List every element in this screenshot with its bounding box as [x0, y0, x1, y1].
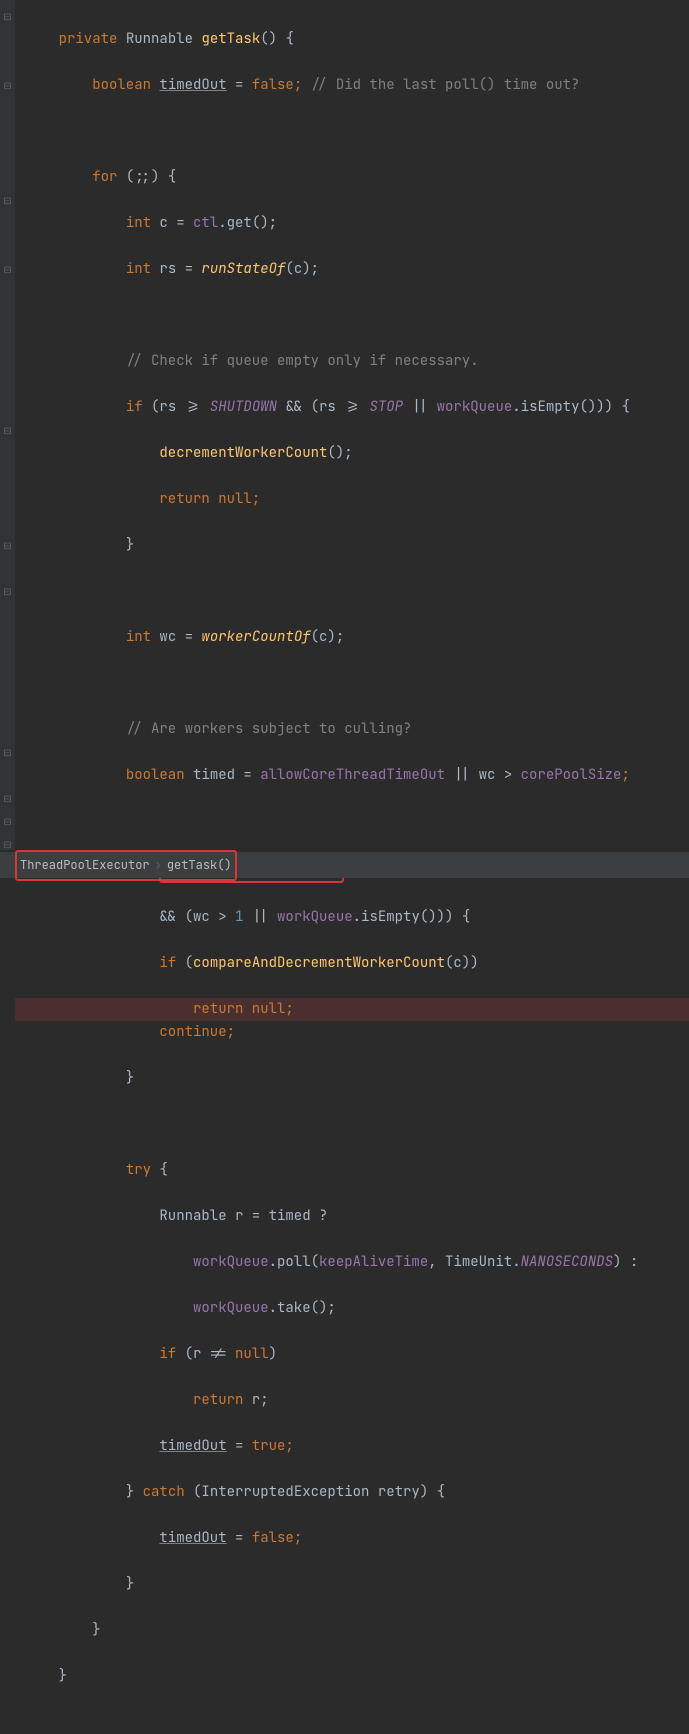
method-runstateof: runStateOf	[201, 260, 285, 278]
fold-end-icon[interactable]: ⊟	[0, 787, 15, 810]
fold-icon[interactable]: ⊟	[0, 189, 15, 212]
highlight-box-breadcrumb: ThreadPoolExecutor › getTask()	[15, 850, 237, 881]
method-decrement: decrementWorkerCount	[159, 444, 327, 462]
fold-icon[interactable]: ⊟	[0, 580, 15, 603]
field-keepalive: keepAliveTime	[319, 1253, 428, 1271]
const-shutdown: SHUTDOWN	[210, 398, 277, 416]
breadcrumb-bar[interactable]: ThreadPoolExecutor › getTask()	[0, 852, 689, 878]
field-ctl: ctl	[193, 214, 218, 232]
keyword-private: private	[59, 30, 118, 48]
var-timedout: timedOut	[159, 76, 226, 94]
fold-icon[interactable]: ⊟	[0, 74, 15, 97]
highlighted-line: return null;	[15, 998, 689, 1021]
code-editor[interactable]: ⊟ ⊟ ⊟ ⊟ ⊟ ⊟ ⊟ ⊟ ⊟ ⊟ ⊟	[0, 0, 689, 850]
breadcrumb-class[interactable]: ThreadPoolExecutor	[20, 854, 150, 877]
code-content[interactable]: private Runnable getTask() { boolean tim…	[15, 0, 689, 850]
field-allowcore: allowCoreThreadTimeOut	[260, 766, 445, 784]
field-corepoolsize: corePoolSize	[521, 766, 622, 784]
breadcrumb-separator-icon: ›	[155, 854, 162, 877]
fold-end-icon[interactable]: ⊟	[0, 534, 15, 557]
method-workercountof: workerCountOf	[201, 628, 310, 646]
fold-end-icon[interactable]: ⊟	[0, 258, 15, 281]
const-stop: STOP	[369, 398, 403, 416]
comment: // Did the last poll() time out?	[302, 76, 579, 94]
comment: // Check if queue empty only if necessar…	[126, 352, 479, 370]
fold-icon[interactable]: ⊟	[0, 741, 15, 764]
method-compareanddecrement: compareAndDecrementWorkerCount	[193, 954, 445, 972]
fold-icon[interactable]: ⊟	[0, 5, 15, 28]
editor-gutter: ⊟ ⊟ ⊟ ⊟ ⊟ ⊟ ⊟ ⊟ ⊟ ⊟ ⊟	[0, 0, 15, 850]
comment: // Are workers subject to culling?	[126, 720, 412, 738]
type-runnable: Runnable	[126, 30, 193, 48]
method-gettask: getTask	[201, 30, 260, 48]
breadcrumb-method[interactable]: getTask()	[167, 854, 232, 877]
fold-end-icon[interactable]: ⊟	[0, 810, 15, 833]
field-workqueue: workQueue	[437, 398, 513, 416]
const-nanoseconds: NANOSECONDS	[521, 1253, 613, 1271]
fold-icon[interactable]: ⊟	[0, 419, 15, 442]
